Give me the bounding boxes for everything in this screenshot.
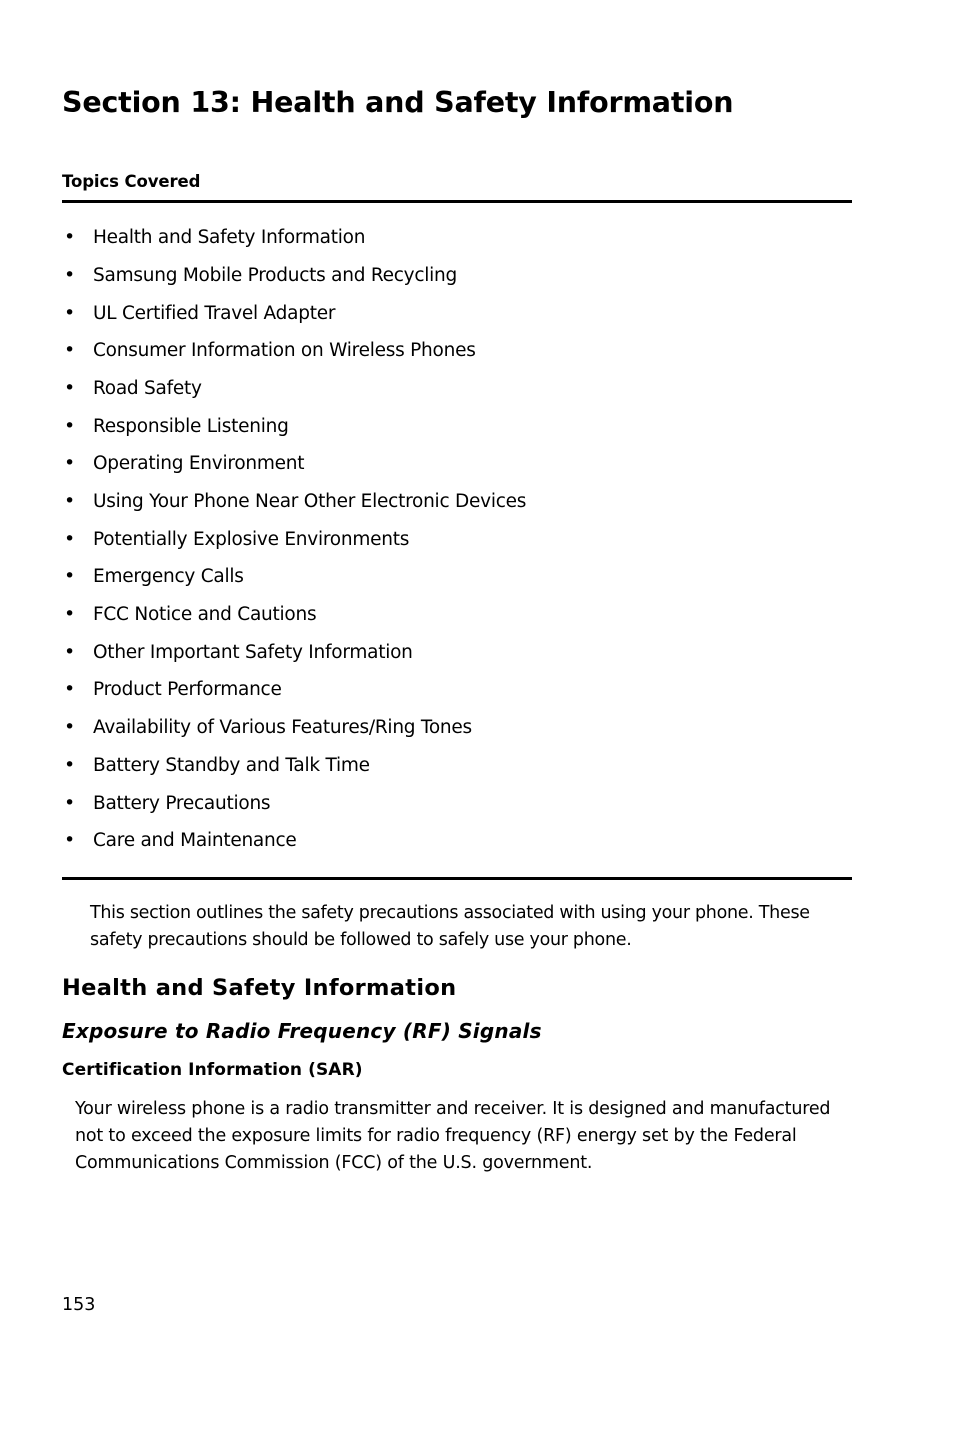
list-item: Samsung Mobile Products and Recycling	[62, 266, 862, 286]
list-item: Battery Precautions	[62, 794, 862, 814]
heading-certification-information: Certification Information (SAR)	[62, 1059, 363, 1080]
list-item: UL Certified Travel Adapter	[62, 304, 862, 324]
list-item: Potentially Explosive Environments	[62, 530, 862, 550]
certification-paragraph: Your wireless phone is a radio transmitt…	[75, 1098, 831, 1174]
page-title: Section 13: Health and Safety Informatio…	[62, 86, 734, 119]
list-item: Operating Environment	[62, 454, 862, 474]
page-content: Section 13: Health and Safety Informatio…	[62, 86, 862, 1177]
list-item: Using Your Phone Near Other Electronic D…	[62, 492, 862, 512]
heading-health-and-safety: Health and Safety Information	[62, 974, 457, 1001]
document-page: Section 13: Health and Safety Informatio…	[0, 0, 954, 1431]
heading-rf-signals: Exposure to Radio Frequency (RF) Signals	[62, 1018, 542, 1043]
list-item: Care and Maintenance	[62, 831, 862, 851]
horizontal-rule-bottom	[62, 876, 852, 880]
topics-list: Health and Safety Information Samsung Mo…	[62, 228, 862, 851]
list-item: Battery Standby and Talk Time	[62, 756, 862, 776]
list-item: Road Safety	[62, 379, 862, 399]
list-item: Product Performance	[62, 680, 862, 700]
list-item: FCC Notice and Cautions	[62, 605, 862, 625]
horizontal-rule-top	[62, 200, 852, 204]
list-item: Consumer Information on Wireless Phones	[62, 341, 862, 361]
list-item: Emergency Calls	[62, 567, 862, 587]
list-item: Responsible Listening	[62, 417, 862, 437]
list-item: Other Important Safety Information	[62, 643, 862, 663]
list-item: Availability of Various Features/Ring To…	[62, 718, 862, 738]
list-item: Health and Safety Information	[62, 228, 862, 248]
intro-paragraph: This section outlines the safety precaut…	[90, 902, 810, 950]
topics-covered-label: Topics Covered	[62, 172, 201, 192]
page-number: 153	[62, 1295, 96, 1315]
